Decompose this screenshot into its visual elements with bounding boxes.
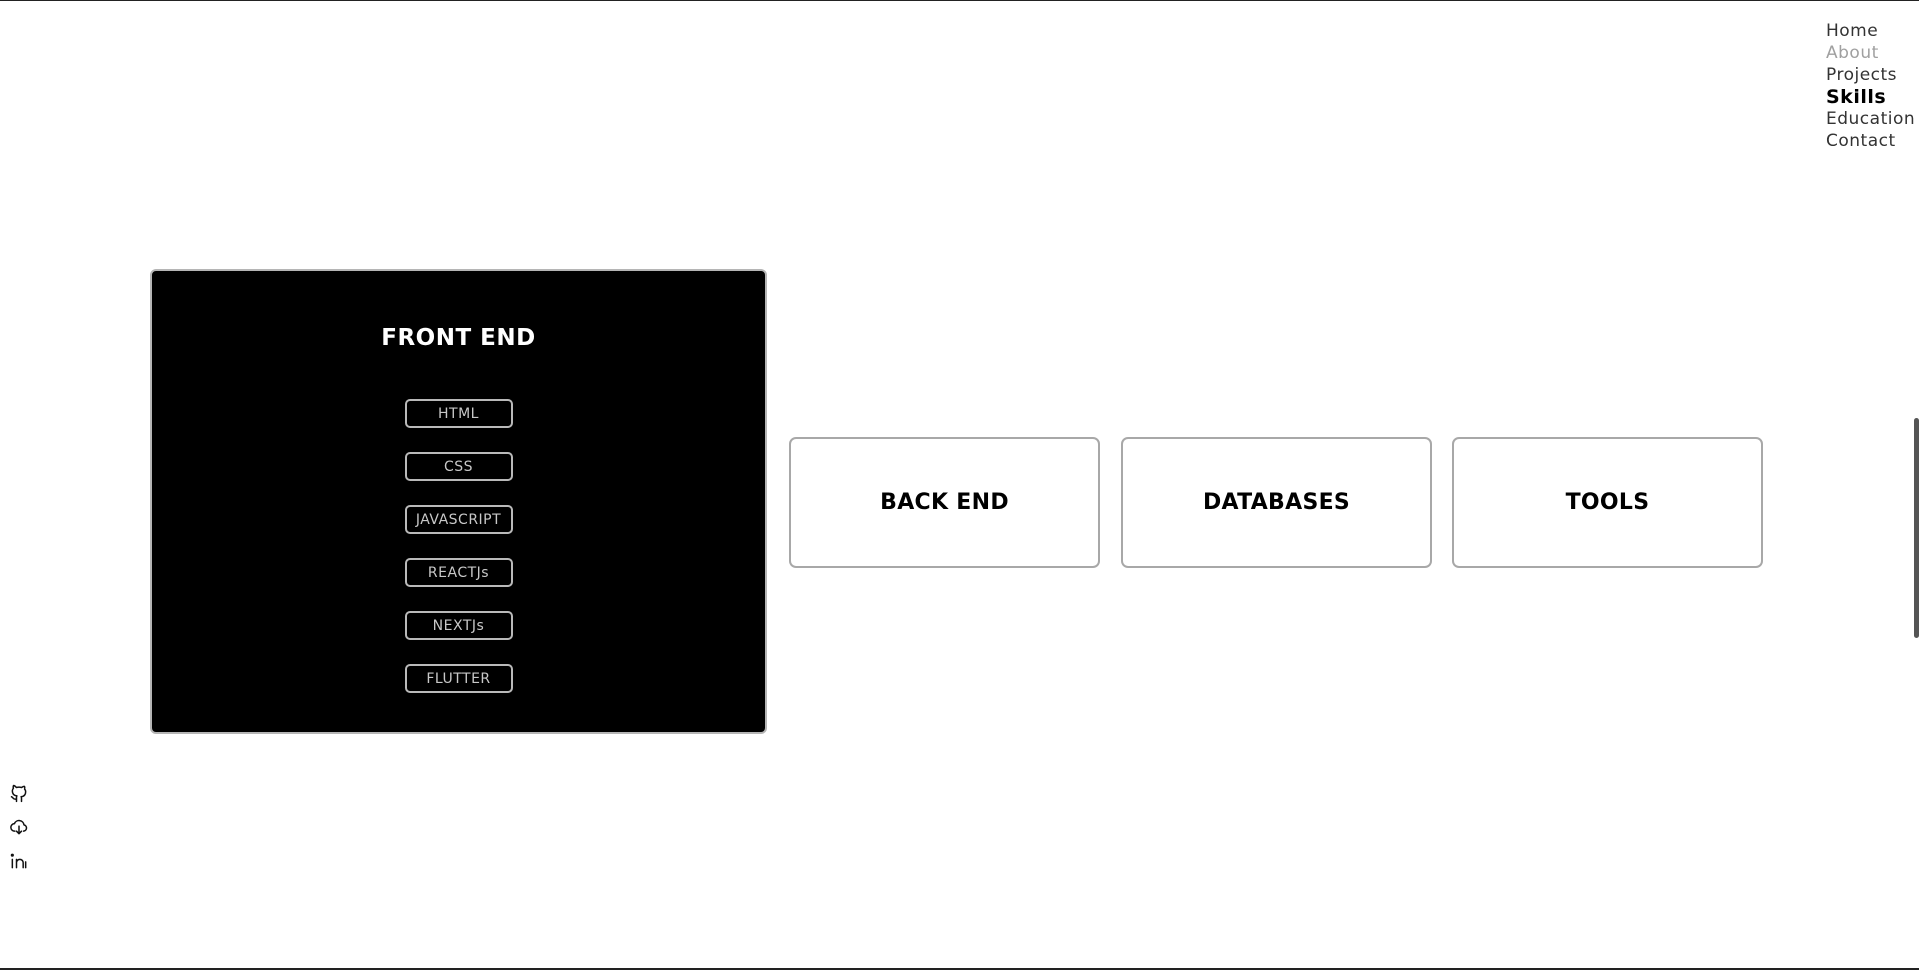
skill-chip-html: HTML [404,399,513,428]
skills-page: Home About Projects Skills Education Con… [0,0,1919,971]
databases-card[interactable]: DATABASES [1121,437,1432,568]
nav-item-home[interactable]: Home [1826,20,1915,42]
front-end-card[interactable]: FRONT END HTML CSS JAVASCRIPT REACTJs NE… [150,269,767,734]
nav-item-about[interactable]: About [1826,42,1915,64]
main-nav: Home About Projects Skills Education Con… [1826,20,1915,152]
skill-chip-reactjs: REACTJs [404,558,513,587]
tools-card[interactable]: TOOLS [1452,437,1763,568]
bottom-divider [0,968,1919,970]
skill-chip-css: CSS [404,452,513,481]
tools-title: TOOLS [1565,490,1650,515]
top-divider [0,0,1919,1]
back-end-title: BACK END [880,490,1009,515]
front-end-title: FRONT END [381,325,536,351]
back-end-card[interactable]: BACK END [789,437,1100,568]
github-icon[interactable] [8,782,30,804]
databases-title: DATABASES [1202,490,1351,515]
skill-chip-flutter: FLUTTER [404,664,513,693]
front-end-skill-list: HTML CSS JAVASCRIPT REACTJs NEXTJs FLUTT… [152,399,765,693]
cloud-download-icon[interactable] [8,816,30,838]
scrollbar-thumb[interactable] [1914,418,1919,638]
social-links [8,782,30,872]
nav-item-skills[interactable]: Skills [1826,86,1915,108]
nav-item-projects[interactable]: Projects [1826,64,1915,86]
nav-item-contact[interactable]: Contact [1826,130,1915,152]
skill-chip-nextjs: NEXTJs [404,611,513,640]
skill-chip-javascript: JAVASCRIPT [404,505,513,534]
linkedin-icon[interactable] [8,850,30,872]
nav-item-education[interactable]: Education [1826,108,1915,130]
